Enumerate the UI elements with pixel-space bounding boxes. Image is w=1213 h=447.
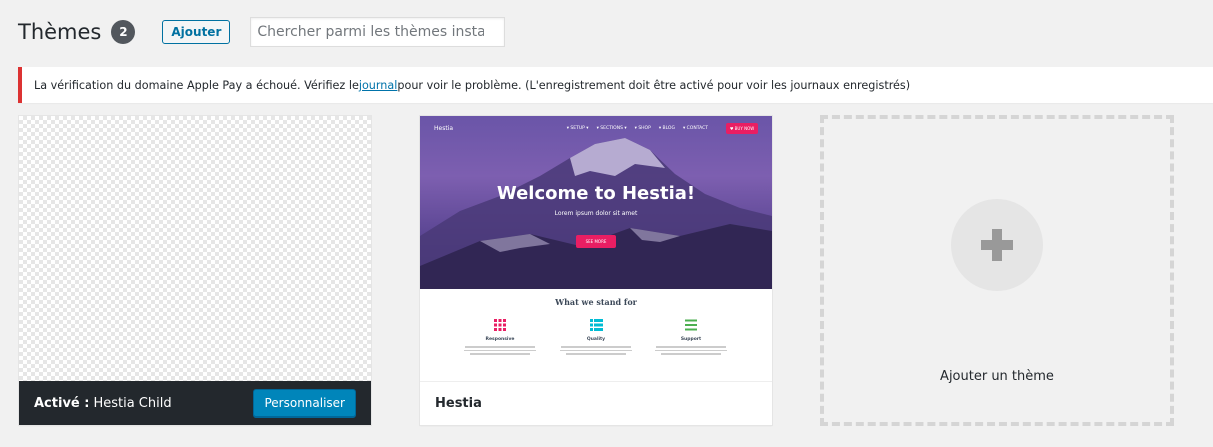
theme-card-hestia-child[interactable]: Activé : Hestia Child Personnaliser <box>18 115 372 426</box>
preview-menu-item: ▾ CONTACT <box>682 126 708 131</box>
add-new-theme-card[interactable]: Ajouter un thème <box>820 115 1174 426</box>
theme-name: Hestia Child <box>93 395 172 411</box>
add-new-theme-label[interactable]: Ajouter un thème <box>824 369 1170 384</box>
preview-navbar: Hestia ▾ SETUP ▾ ▾ SECTIONS ▾ ▾ SHOP ▾ B… <box>434 123 758 136</box>
theme-footer: Hestia <box>420 381 772 425</box>
preview-logo: Hestia <box>434 125 454 132</box>
preview-feature-text <box>460 346 540 355</box>
preview-hero-subtitle: Lorem ipsum dolor sit amet <box>554 210 638 217</box>
preview-feature-name: Responsive <box>485 337 515 342</box>
preview-feature: Responsive <box>460 319 540 355</box>
search-themes-input[interactable] <box>250 17 506 47</box>
customize-button[interactable]: Personnaliser <box>253 389 356 417</box>
theme-screenshot-placeholder[interactable] <box>19 116 371 381</box>
page-title: Thèmes <box>18 20 102 44</box>
preview-hero: Hestia ▾ SETUP ▾ ▾ SECTIONS ▾ ▾ SHOP ▾ B… <box>420 116 772 289</box>
active-label: Activé : <box>34 395 90 411</box>
error-notice: La vérification du domaine Apple Pay a é… <box>18 67 1213 103</box>
preview-feature: Support <box>651 319 731 355</box>
theme-name: Hestia <box>435 396 482 411</box>
preview-buy-button: ♥ BUY NOW <box>726 123 758 134</box>
theme-count-badge: 2 <box>111 20 136 44</box>
preview-features-title: What we stand for <box>555 297 637 307</box>
preview-menu: ▾ SETUP ▾ ▾ SECTIONS ▾ ▾ SHOP ▾ BLOG ▾ C… <box>567 126 708 131</box>
plus-icon[interactable] <box>951 199 1043 291</box>
menu-icon <box>685 319 697 331</box>
add-theme-button[interactable]: Ajouter <box>162 20 231 44</box>
preview-feature-name: Support <box>680 337 702 342</box>
preview-menu-item: ▾ SETUP ▾ <box>566 126 589 131</box>
theme-card-hestia[interactable]: Hestia ▾ SETUP ▾ ▾ SECTIONS ▾ ▾ SHOP ▾ B… <box>419 115 773 426</box>
preview-feature-text <box>556 346 636 355</box>
notice-journal-link[interactable]: journal <box>359 79 398 92</box>
grid-icon <box>494 319 506 331</box>
preview-feature-text <box>651 346 731 355</box>
preview-menu-item: ▾ SHOP <box>634 126 651 131</box>
preview-menu-item: ▾ BLOG <box>658 126 675 131</box>
theme-screenshot[interactable]: Hestia ▾ SETUP ▾ ▾ SECTIONS ▾ ▾ SHOP ▾ B… <box>420 116 772 381</box>
preview-menu-item: ▾ SECTIONS ▾ <box>596 126 627 131</box>
preview-hero-title: Welcome to Hestia! <box>496 183 696 204</box>
table-icon <box>589 319 603 331</box>
preview-features: What we stand for Responsive Quality Sup… <box>420 289 772 381</box>
theme-active-footer: Activé : Hestia Child Personnaliser <box>19 381 371 425</box>
preview-see-more-button: SEE MORE <box>576 235 616 248</box>
notice-text-before: La vérification du domaine Apple Pay a é… <box>34 78 359 92</box>
preview-feature: Quality <box>556 319 636 355</box>
notice-text-after: pour voir le problème. (L'enregistrement… <box>397 78 911 92</box>
page-header: Thèmes 2 Ajouter <box>18 14 506 50</box>
preview-feature-name: Quality <box>586 337 606 342</box>
